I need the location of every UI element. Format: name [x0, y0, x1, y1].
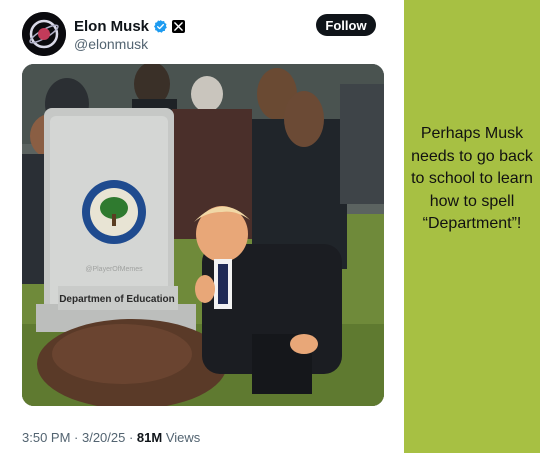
tweet-date[interactable]: 3/20/25: [82, 430, 125, 445]
tweet-media-image[interactable]: Departmen of Education @PlayerOfMemes: [22, 64, 384, 406]
meta-separator: ·: [70, 430, 82, 445]
verified-badge-icon: [153, 19, 168, 34]
x-logo-icon: [172, 19, 186, 33]
tweet-meta: 3:50 PM · 3/20/25 · 81M Views: [22, 430, 200, 445]
meme-image: Departmen of Education @PlayerOfMemes: [22, 64, 384, 406]
avatar[interactable]: [22, 12, 66, 56]
caption-panel: Perhaps Musk needs to go back to school …: [404, 0, 540, 453]
author-handle[interactable]: @elonmusk: [74, 36, 148, 52]
tweet-time[interactable]: 3:50 PM: [22, 430, 70, 445]
headstone-text: Departmen of Education: [59, 294, 175, 305]
avatar-image: [22, 12, 66, 56]
author-name[interactable]: Elon Musk: [74, 18, 149, 35]
caption-text: Perhaps Musk needs to go back to school …: [411, 125, 533, 232]
author-name-row[interactable]: Elon Musk: [74, 16, 186, 36]
views-count: 81M: [136, 430, 163, 445]
follow-button[interactable]: Follow: [316, 14, 376, 36]
watermark-text: @PlayerOfMemes: [85, 266, 143, 273]
views-label: Views: [162, 430, 201, 445]
meta-separator: ·: [125, 430, 137, 445]
tweet-card: Elon Musk @elonmusk Follow Departmen of …: [0, 0, 404, 453]
